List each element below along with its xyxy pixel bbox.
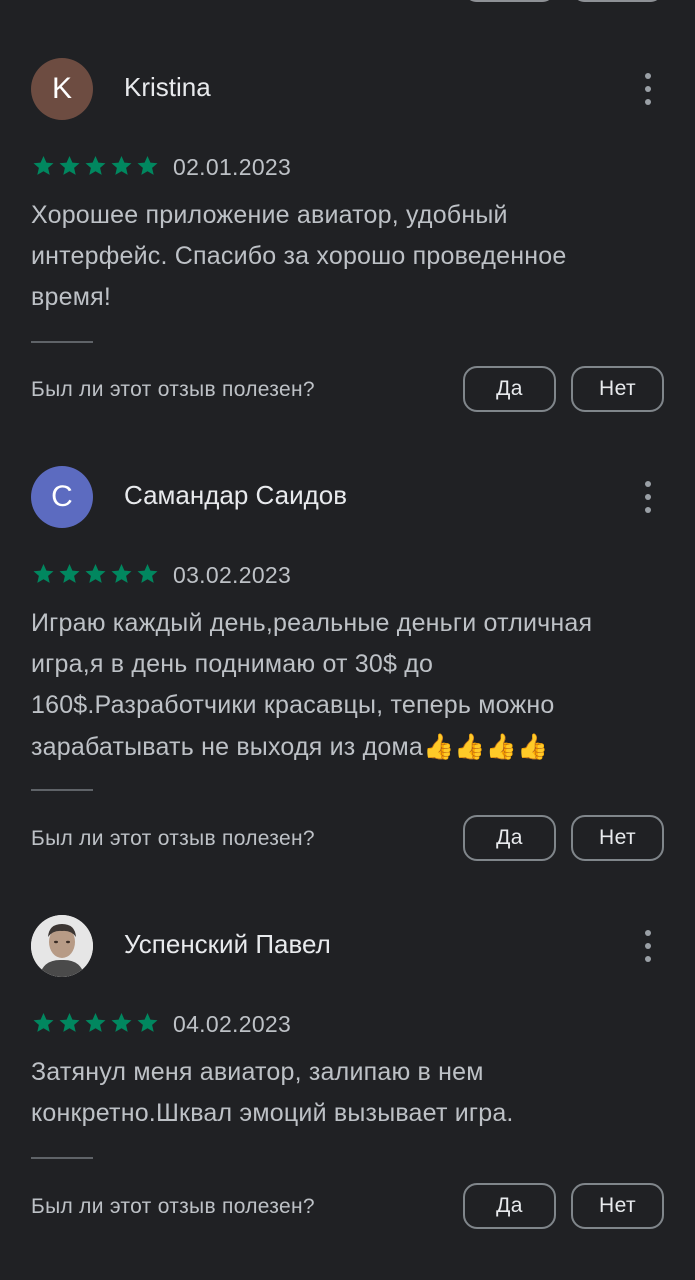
review-author: Успенский Павел xyxy=(124,929,331,959)
star-icon xyxy=(111,1013,132,1032)
reviews-page: K Kristina 02.01.2023 Хорошее приложение… xyxy=(0,0,695,1280)
star-icon xyxy=(137,564,158,583)
star-icon xyxy=(85,1013,106,1032)
divider xyxy=(31,341,93,343)
helpful-question: Был ли этот отзыв полезен? xyxy=(31,827,315,850)
helpful-question: Был ли этот отзыв полезен? xyxy=(31,1195,315,1218)
star-icon xyxy=(59,156,80,175)
star-icon xyxy=(137,156,158,175)
person-photo-icon xyxy=(31,915,93,977)
helpful-no-button[interactable]: Нет xyxy=(571,815,664,861)
review-date: 02.01.2023 xyxy=(173,154,292,180)
star-icon xyxy=(111,564,132,583)
star-rating xyxy=(31,154,160,178)
helpful-no-button[interactable]: Нет xyxy=(571,366,664,412)
star-rating xyxy=(31,1011,160,1035)
star-icon xyxy=(33,564,54,583)
previous-no-button[interactable] xyxy=(571,0,664,2)
helpful-yes-button[interactable]: Да xyxy=(463,366,556,412)
avatar-photo xyxy=(31,915,93,977)
helpful-yes-button[interactable]: Да xyxy=(463,1183,556,1229)
star-icon xyxy=(85,156,106,175)
avatar: C xyxy=(31,466,93,528)
divider xyxy=(31,1157,93,1159)
more-options-icon[interactable] xyxy=(638,73,658,105)
review-text: Играю каждый день,реальные деньги отличн… xyxy=(31,603,651,768)
previous-yes-button[interactable] xyxy=(463,0,556,2)
helpful-no-button[interactable]: Нет xyxy=(571,1183,664,1229)
thumbs-up-icons: 👍👍👍👍 xyxy=(422,732,549,761)
helpful-yes-button[interactable]: Да xyxy=(463,815,556,861)
star-rating xyxy=(31,562,160,586)
review-text: Затянул меня авиатор, залипаю в нем конк… xyxy=(31,1058,514,1127)
star-icon xyxy=(59,564,80,583)
helpful-question: Был ли этот отзыв полезен? xyxy=(31,378,315,401)
review-author: Kristina xyxy=(124,72,211,102)
star-icon xyxy=(33,156,54,175)
review-text: Хорошее приложение авиатор, удобный инте… xyxy=(31,201,567,311)
divider xyxy=(31,789,93,791)
star-icon xyxy=(85,564,106,583)
avatar: K xyxy=(31,58,93,120)
more-options-icon[interactable] xyxy=(638,930,658,962)
star-icon xyxy=(111,156,132,175)
review-date: 04.02.2023 xyxy=(173,1011,292,1037)
more-options-icon[interactable] xyxy=(638,481,658,513)
star-icon xyxy=(59,1013,80,1032)
star-icon xyxy=(33,1013,54,1032)
star-icon xyxy=(137,1013,158,1032)
review-date: 03.02.2023 xyxy=(173,562,292,588)
review-author: Самандар Саидов xyxy=(124,480,348,510)
